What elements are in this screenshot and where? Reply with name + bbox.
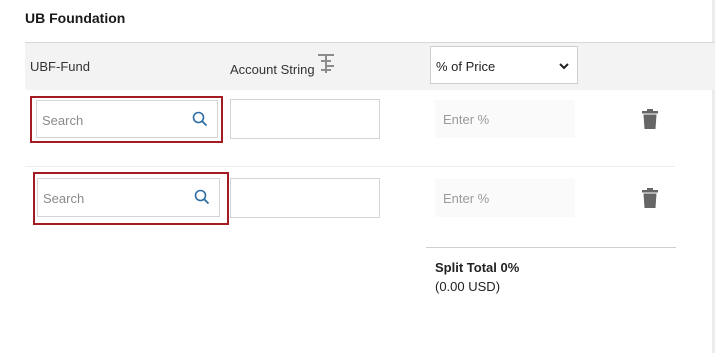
trash-icon[interactable] [642,188,658,208]
fund-search-placeholder: Search [43,191,85,206]
fund-search-input[interactable]: Search [37,178,220,217]
price-mode-value: % of Price [436,59,496,74]
split-total-amount: (0.00 USD) [435,279,501,294]
percent-input[interactable]: Enter % [435,179,575,217]
section-title: UB Foundation [25,10,126,26]
account-string-input[interactable] [230,99,380,139]
split-total: Split Total 0% [435,260,520,275]
hierarchy-icon[interactable] [317,53,335,75]
percent-placeholder: Enter % [443,112,490,127]
percent-input[interactable]: Enter % [435,100,575,138]
table-header: UBF-Fund Account String % of Price [25,42,715,90]
price-mode-select[interactable]: % of Price [430,46,578,84]
search-icon[interactable] [192,111,208,127]
search-icon[interactable] [194,189,210,205]
percent-placeholder: Enter % [443,191,490,206]
fund-column-header: UBF-Fund [30,59,90,74]
totals-divider [426,247,676,248]
chevron-down-icon [559,63,569,70]
trash-icon[interactable] [642,109,658,129]
row-divider [25,166,675,167]
fund-search-input[interactable]: Search [36,100,218,138]
account-string-input[interactable] [230,178,380,218]
account-column-header: Account String [230,62,315,77]
fund-search-placeholder: Search [42,113,84,128]
